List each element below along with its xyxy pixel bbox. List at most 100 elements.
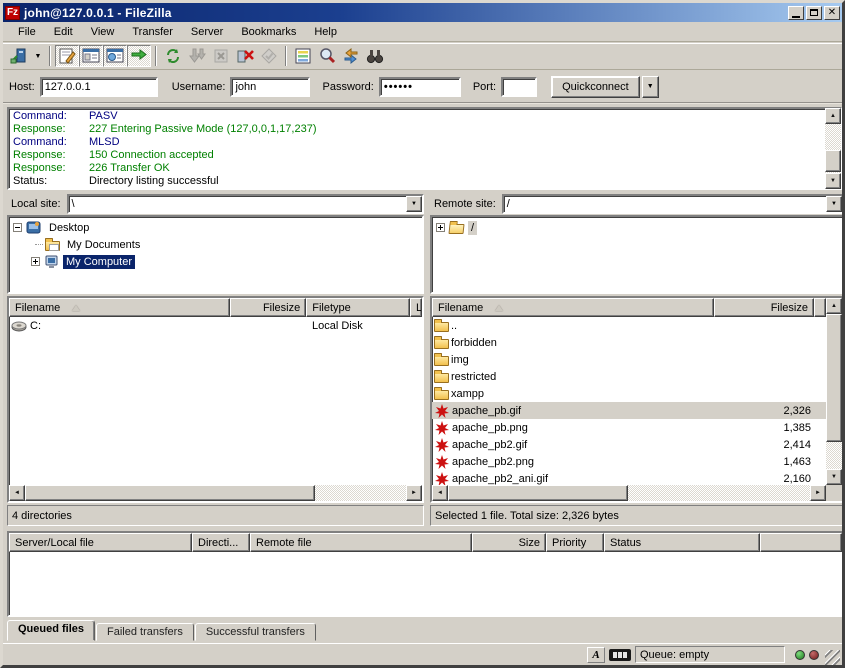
reconnect-button[interactable] [257, 45, 281, 67]
title-bar[interactable]: Fz john@127.0.0.1 - FileZilla ✕ [3, 3, 842, 22]
resize-grip[interactable] [825, 650, 840, 665]
synchronized-browsing-button[interactable] [315, 45, 339, 67]
file-name: apache_pb2.png [450, 456, 534, 468]
host-label: Host: [9, 81, 35, 93]
site-manager-dropdown[interactable]: ▼ [31, 45, 45, 67]
remote-file-row[interactable]: apache_pb.png 1,385 [432, 419, 826, 436]
tree-item-desktop[interactable]: Desktop [13, 219, 422, 236]
send-activity-led [809, 650, 819, 660]
expand-toggle[interactable] [436, 223, 445, 232]
remote-file-row[interactable]: img [432, 351, 826, 368]
scrollbar-thumb[interactable] [826, 314, 842, 442]
remote-site-dropdown[interactable]: ▼ [826, 196, 842, 212]
minimize-button[interactable] [788, 6, 804, 20]
remote-horizontal-scrollbar[interactable]: ◄ ► [432, 485, 826, 501]
close-button[interactable]: ✕ [824, 6, 840, 20]
local-site-combo[interactable]: \ ▼ [67, 194, 424, 214]
tab-successful-transfers[interactable]: Successful transfers [195, 623, 316, 641]
scroll-down-button[interactable]: ▼ [825, 173, 841, 189]
tab-failed-transfers[interactable]: Failed transfers [96, 623, 194, 641]
column-header-priority[interactable]: Priority [546, 533, 604, 552]
remote-site-value: / [504, 198, 826, 210]
transfer-type-indicator[interactable]: A [587, 647, 605, 663]
menu-view[interactable]: View [82, 23, 124, 41]
toggle-transfer-queue-button[interactable] [127, 45, 151, 67]
remote-file-row-selected[interactable]: apache_pb.gif 2,326 [432, 402, 826, 419]
message-log-body[interactable]: Command:PASV Response:227 Entering Passi… [7, 107, 842, 190]
site-manager-icon [10, 47, 28, 65]
local-file-row[interactable]: C: Local Disk [9, 317, 422, 334]
site-manager-button[interactable] [7, 45, 31, 67]
disconnect-button[interactable] [233, 45, 257, 67]
queue-body[interactable] [9, 553, 842, 615]
quickconnect-dropdown[interactable]: ▼ [642, 76, 659, 98]
column-header-status[interactable]: Status [604, 533, 760, 552]
menu-transfer[interactable]: Transfer [123, 23, 182, 41]
tree-item-my-computer[interactable]: My Computer [13, 253, 422, 270]
scroll-right-button[interactable]: ► [406, 485, 422, 501]
column-header-last-modified[interactable]: L [410, 298, 422, 317]
toggle-message-log-button[interactable] [55, 45, 79, 67]
directory-comparison-button[interactable] [291, 45, 315, 67]
speed-limit-icon[interactable] [609, 649, 631, 661]
find-files-button[interactable] [363, 45, 387, 67]
host-input[interactable] [40, 77, 158, 97]
maximize-button[interactable] [806, 6, 822, 20]
menu-help[interactable]: Help [305, 23, 346, 41]
tree-item-root[interactable]: / [436, 219, 842, 236]
scrollbar-thumb[interactable] [825, 150, 841, 172]
process-queue-button[interactable] [185, 45, 209, 67]
remote-file-row[interactable]: xampp [432, 385, 826, 402]
column-header-size[interactable]: Size [472, 533, 546, 552]
file-name: apache_pb.png [450, 422, 528, 434]
remote-file-row[interactable]: apache_pb2.gif 2,414 [432, 436, 826, 453]
password-input[interactable] [379, 77, 461, 97]
column-header-filesize[interactable]: Filesize [230, 298, 306, 317]
column-header-direction[interactable]: Directi... [192, 533, 250, 552]
image-file-icon [435, 455, 449, 469]
remote-file-row[interactable]: apache_pb2.png 1,463 [432, 453, 826, 470]
scroll-left-button[interactable]: ◄ [432, 485, 448, 501]
local-site-dropdown[interactable]: ▼ [406, 196, 422, 212]
view-hidden-files-button[interactable] [339, 45, 363, 67]
remote-file-row[interactable]: forbidden [432, 334, 826, 351]
remote-vertical-scrollbar[interactable]: ▲ ▼ [826, 298, 842, 485]
column-header-filetype[interactable]: Filetype [306, 298, 410, 317]
menu-edit[interactable]: Edit [45, 23, 82, 41]
port-input[interactable] [501, 77, 537, 97]
scroll-right-button[interactable]: ► [810, 485, 826, 501]
tab-queued-files[interactable]: Queued files [7, 620, 95, 641]
column-header-filesize[interactable]: Filesize [714, 298, 814, 317]
scroll-left-button[interactable]: ◄ [9, 485, 25, 501]
collapse-toggle[interactable] [13, 223, 22, 232]
remote-file-row[interactable]: .. [432, 317, 826, 334]
cancel-operation-button[interactable] [209, 45, 233, 67]
column-header-remote-file[interactable]: Remote file [250, 533, 472, 552]
quickconnect-button[interactable]: Quickconnect [551, 76, 640, 98]
scrollbar-thumb[interactable] [448, 485, 628, 501]
toggle-local-tree-button[interactable] [79, 45, 103, 67]
scrollbar-thumb[interactable] [25, 485, 315, 501]
menu-file[interactable]: File [9, 23, 45, 41]
scroll-up-button[interactable]: ▲ [826, 298, 842, 314]
log-text: 226 Transfer OK [89, 162, 170, 175]
username-input[interactable] [230, 77, 310, 97]
remote-site-combo[interactable]: / ▼ [502, 194, 844, 214]
scroll-up-button[interactable]: ▲ [825, 108, 841, 124]
menu-server[interactable]: Server [182, 23, 232, 41]
local-horizontal-scrollbar[interactable]: ◄ ► [9, 485, 422, 501]
menu-bookmarks[interactable]: Bookmarks [232, 23, 305, 41]
refresh-button[interactable] [161, 45, 185, 67]
toggle-remote-tree-button[interactable] [103, 45, 127, 67]
column-header-server-local-file[interactable]: Server/Local file [9, 533, 192, 552]
column-header-spacer [814, 298, 826, 317]
scroll-down-button[interactable]: ▼ [826, 469, 842, 485]
expand-toggle[interactable] [31, 257, 40, 266]
arrow-down-icon: ▼ [830, 178, 836, 184]
log-vertical-scrollbar[interactable]: ▲ ▼ [825, 108, 841, 189]
remote-file-row[interactable]: restricted [432, 368, 826, 385]
column-header-filename[interactable]: Filename [432, 298, 714, 317]
column-header-filename[interactable]: Filename [9, 298, 230, 317]
tree-item-my-documents[interactable]: My Documents [13, 236, 422, 253]
file-size [716, 385, 816, 402]
